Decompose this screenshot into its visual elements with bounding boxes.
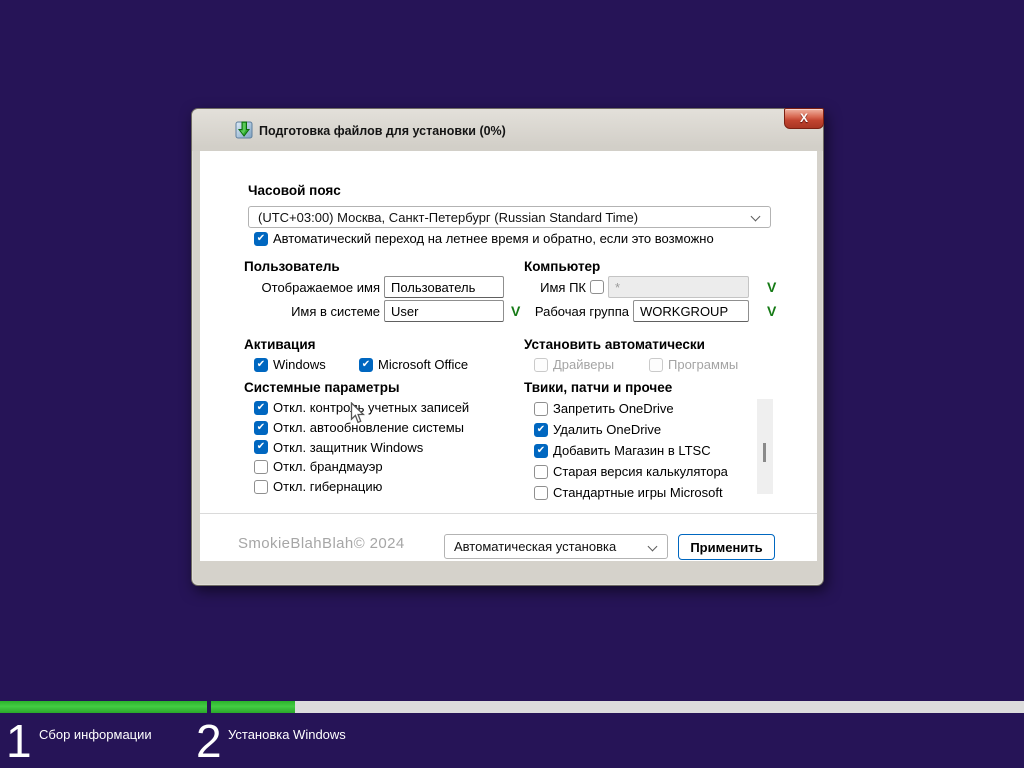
checkbox-box[interactable] [359,358,373,372]
copyright-text: SmokieBlahBlah© 2024 [238,535,405,552]
checkbox-label: Откл. контроль учетных записей [273,400,469,415]
pc-name-valid-mark: V [767,279,776,295]
timezone-selected-value: (UTC+03:00) Москва, Санкт-Петербург (Rus… [258,210,638,225]
tweaks-heading: Твики, патчи и прочее [524,380,672,395]
workgroup-label: Рабочая группа [480,304,629,319]
checkbox-box[interactable] [534,465,548,479]
checkbox-pc-name[interactable] [590,280,604,294]
computer-heading: Компьютер [524,259,600,274]
checkbox-programs: Программы [649,357,738,372]
dialog-content: Часовой пояс (UTC+03:00) Москва, Санкт-П… [200,151,817,561]
checkbox-box[interactable] [534,444,548,458]
checkbox-box[interactable] [534,486,548,500]
system-name-label: Имя в системе [220,304,380,319]
chevron-down-icon [751,212,761,222]
checkbox-label: Запретить OneDrive [553,401,674,416]
checkbox-old-calculator[interactable]: Старая версия калькулятора [534,461,754,482]
installer-dialog: Подготовка файлов для установки (0%) X Ч… [191,108,824,586]
checkbox-dst[interactable]: Автоматический переход на летнее время и… [254,231,714,246]
checkbox-label: Драйверы [553,357,614,372]
window-title: Подготовка файлов для установки (0%) [259,124,506,138]
setup-download-icon [235,120,254,139]
checkbox-label: Откл. брандмауэр [273,459,383,474]
workgroup-valid-mark: V [767,303,776,319]
checkbox-disable-updates[interactable]: Откл. автообновление системы [254,418,469,438]
display-name-label: Отображаемое имя [220,280,380,295]
checkbox-box[interactable] [534,402,548,416]
footer-divider [200,513,817,514]
timezone-select[interactable]: (UTC+03:00) Москва, Санкт-Петербург (Rus… [248,206,771,228]
pc-name-label: Имя ПК [480,280,586,295]
progress-fill-step2 [211,701,295,713]
system-params-list: Откл. контроль учетных записей Откл. авт… [254,398,469,496]
checkbox-box[interactable] [254,401,268,415]
checkbox-activate-office[interactable]: Microsoft Office [359,357,468,372]
install-mode-value: Автоматическая установка [454,539,616,554]
checkbox-label: Удалить OneDrive [553,422,661,437]
checkbox-label: Windows [273,357,326,372]
pc-name-field [608,276,749,298]
checkbox-block-onedrive[interactable]: Запретить OneDrive [534,398,754,419]
checkbox-disable-firewall[interactable]: Откл. брандмауэр [254,457,469,477]
step-number: 2 [196,719,222,763]
tweaks-list: Запретить OneDrive Удалить OneDrive Доба… [534,398,754,500]
checkbox-disable-defender[interactable]: Откл. защитник Windows [254,437,469,457]
checkbox-disable-uac[interactable]: Откл. контроль учетных записей [254,398,469,418]
checkbox-label: Стандартные игры Microsoft [553,485,723,500]
checkbox-label: Программы [668,357,738,372]
progress-fill-step1 [0,701,207,713]
checkbox-box[interactable] [254,440,268,454]
checkbox-box[interactable] [254,232,268,246]
close-button[interactable]: X [784,108,824,129]
checkbox-label: Добавить Магазин в LTSC [553,443,711,458]
workgroup-field[interactable] [633,300,749,322]
checkbox-classic-games[interactable]: Стандартные игры Microsoft [534,482,754,500]
checkbox-box[interactable] [254,358,268,372]
step-number: 1 [6,719,32,763]
checkbox-box [649,358,663,372]
user-heading: Пользователь [244,259,340,274]
step-label: Установка Windows [228,727,346,742]
title-bar[interactable]: Подготовка файлов для установки (0%) X [192,109,823,151]
checkbox-box[interactable] [590,280,604,294]
checkbox-label: Откл. гибернацию [273,479,382,494]
checkbox-disable-hibernation[interactable]: Откл. гибернацию [254,477,469,497]
checkbox-box[interactable] [254,460,268,474]
progress-bar-step1 [0,701,207,713]
scrollbar-thumb[interactable] [763,443,766,462]
chevron-down-icon [648,542,658,552]
checkbox-label: Откл. защитник Windows [273,440,423,455]
checkbox-remove-onedrive[interactable]: Удалить OneDrive [534,419,754,440]
checkbox-activate-windows[interactable]: Windows [254,357,326,372]
checkbox-label: Microsoft Office [378,357,468,372]
checkbox-drivers: Драйверы [534,357,614,372]
checkbox-label: Откл. автообновление системы [273,420,464,435]
tweaks-scrollbar[interactable] [757,399,773,494]
progress-bar-step2 [211,701,1024,713]
apply-button[interactable]: Применить [678,534,775,560]
system-params-heading: Системные параметры [244,380,400,395]
checkbox-box[interactable] [254,421,268,435]
install-mode-select[interactable]: Автоматическая установка [444,534,668,559]
step-label: Сбор информации [39,727,152,742]
checkbox-label: Автоматический переход на летнее время и… [273,231,714,246]
activation-heading: Активация [244,337,316,352]
checkbox-box[interactable] [254,480,268,494]
timezone-heading: Часовой пояс [248,183,341,198]
checkbox-add-store-ltsc[interactable]: Добавить Магазин в LTSC [534,440,754,461]
desktop: { "window": { "title": "Подготовка файло… [0,0,1024,768]
checkbox-label: Старая версия калькулятора [553,464,728,479]
setup-progress-row [0,701,1024,713]
checkbox-box [534,358,548,372]
checkbox-box[interactable] [534,423,548,437]
auto-install-heading: Установить автоматически [524,337,705,352]
